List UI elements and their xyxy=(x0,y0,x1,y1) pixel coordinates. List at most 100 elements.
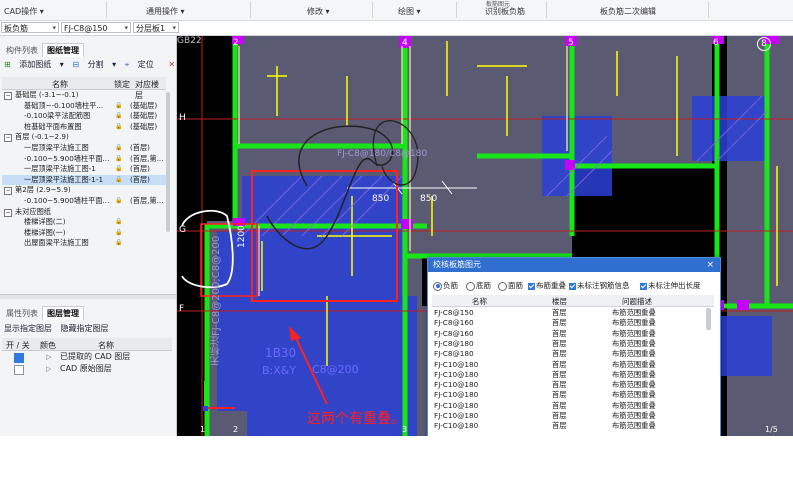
col-name: 名称 xyxy=(52,80,68,89)
lock-icon[interactable]: 🔒 xyxy=(115,122,122,133)
lock-icon[interactable]: 🔒 xyxy=(115,164,122,175)
ribbon-general-ops[interactable]: 通用操作 ▾ xyxy=(146,6,185,17)
tree-scrollbar[interactable] xyxy=(166,92,170,232)
tab-component-list[interactable]: 构件列表 xyxy=(2,44,42,57)
lock-icon[interactable]: 🔒 xyxy=(115,175,122,186)
drawing-name: 一层顶梁平法施工图-1 xyxy=(24,164,96,174)
table-row[interactable]: FJ-C10@180 首层 布筋范围重叠 xyxy=(432,360,714,370)
lock-icon[interactable]: 🔒 xyxy=(115,143,122,154)
table-row[interactable]: FJ-C8@160 首层 布筋范围重叠 xyxy=(432,318,714,328)
hide-layer-button[interactable]: 隐藏指定图层 xyxy=(61,324,109,333)
axis-label-left: H xyxy=(179,113,186,123)
tree-row[interactable]: -0.100~5.900墙柱平面... 🔒 (首层,第... xyxy=(2,154,166,165)
dialog-scrollbar[interactable] xyxy=(706,308,711,330)
axis-label-top: 4 xyxy=(402,38,408,48)
table-row[interactable]: FJ-C10@180 首层 布筋范围重叠 xyxy=(432,411,714,421)
layer-toggle-checkbox[interactable] xyxy=(14,365,24,375)
table-row[interactable]: FJ-C10@180 首层 布筋范围重叠 xyxy=(432,421,714,431)
drawing-name: 楼梯详图(一) xyxy=(24,227,66,237)
panel-splitter[interactable] xyxy=(0,294,176,299)
dialog-titlebar[interactable]: 校核板筋图元 × xyxy=(428,258,720,272)
tree-row[interactable]: 楼梯详图(二) 🔒 xyxy=(2,217,166,228)
lock-icon[interactable]: 🔒 xyxy=(115,101,122,112)
checkbox-checked-icon xyxy=(640,282,647,290)
axis-label-bottom: 3 xyxy=(402,425,408,434)
table-row[interactable]: FJ-C8@160 首层 布筋范围重叠 xyxy=(432,329,714,339)
tree-row[interactable]: 出屋面梁平法施工图 🔒 xyxy=(2,238,166,249)
lock-icon[interactable]: 🔒 xyxy=(115,228,122,239)
checkbox-overlap[interactable]: 布筋重叠 xyxy=(528,280,566,291)
drawing-name: -0.100梁平法配筋图 xyxy=(24,111,91,121)
layer-select[interactable]: 分层板1 ▾ xyxy=(133,22,179,33)
layer-row[interactable]: ▷ 已提取的 CAD 图层 xyxy=(2,351,172,363)
add-drawing-button[interactable]: ⊞ 添加图纸 ▾ xyxy=(4,60,64,69)
cell-issue: 布筋范围重叠 xyxy=(612,421,656,431)
tree-row[interactable]: 基础顶~-0.100墙柱平... 🔒 (基础层) xyxy=(2,101,166,112)
table-row[interactable]: FJ-C10@180 首层 布筋范围重叠 xyxy=(432,370,714,380)
tree-group[interactable]: − 首层 (-0.1~2.9) xyxy=(2,132,166,143)
dimension-label: 850 xyxy=(372,194,390,204)
lock-icon[interactable]: 🔒 xyxy=(115,111,122,122)
table-row[interactable]: FJ-C8@150 首层 布筋范围重叠 xyxy=(432,308,714,318)
close-icon[interactable]: × xyxy=(706,258,714,272)
layer-toggle-checkbox[interactable] xyxy=(14,353,24,363)
tree-row[interactable]: 楼梯详图(一) 🔒 xyxy=(2,228,166,239)
dimension-label: 1200 xyxy=(237,225,247,248)
lock-icon[interactable]: 🔒 xyxy=(115,196,122,207)
lock-icon[interactable]: 🔒 xyxy=(115,238,122,249)
tab-drawing-management[interactable]: 图纸管理 xyxy=(42,43,84,57)
axis-label-top: 2 xyxy=(233,38,239,48)
table-row[interactable]: FJ-C10@180 首层 布筋范围重叠 xyxy=(432,401,714,411)
element-name-select[interactable]: FJ-C8@150 ▾ xyxy=(61,22,131,33)
radio-bottom-rebar[interactable]: 底筋 xyxy=(466,280,491,291)
ribbon-draw[interactable]: 绘图 ▾ xyxy=(398,6,421,17)
col-lock: 锁定 xyxy=(114,80,130,89)
ribbon-modify[interactable]: 修改 ▾ xyxy=(307,6,330,17)
radio-dot-icon xyxy=(466,281,475,291)
slab-label: C8@200 xyxy=(312,363,359,376)
axis-label-bottom: 1 xyxy=(200,425,206,434)
radio-negative-rebar[interactable]: 负筋 xyxy=(433,280,458,291)
tree-row[interactable]: -0.100梁平法配筋图 🔒 (基础层) xyxy=(2,111,166,122)
table-row[interactable]: FJ-C8@180 首层 布筋范围重叠 xyxy=(432,349,714,359)
layer-row[interactable]: ▷ CAD 原始图层 xyxy=(2,363,172,375)
tree-row[interactable]: 一层顶梁平法施工图 🔒 (首层) xyxy=(2,143,166,154)
col-onoff: 开 / 关 xyxy=(6,341,30,350)
tree-row[interactable]: 一层顶梁平法施工图-1 🔒 (首层) xyxy=(2,164,166,175)
split-button[interactable]: ⊟ 分割 ▾ xyxy=(72,60,116,69)
tree-row[interactable]: -0.100~5.900墙柱平面... 🔒 (首层,第... xyxy=(2,196,166,207)
tree-row[interactable]: 桩基础平面布置图 🔒 (基础层) xyxy=(2,122,166,133)
ribbon-identify-slab-rebar[interactable]: 识别板负筋 xyxy=(485,6,525,17)
table-row[interactable]: FJ-C8@180 首层 布筋范围重叠 xyxy=(432,339,714,349)
tab-property-list[interactable]: 属性列表 xyxy=(2,307,42,320)
tab-layer-management[interactable]: 图层管理 xyxy=(42,306,84,320)
cell-floor: 首层 xyxy=(552,380,567,390)
radio-top-rebar[interactable]: 面筋 xyxy=(498,280,523,291)
element-type-select[interactable]: 板负筋 ▾ xyxy=(1,22,59,33)
cell-name: FJ-C10@180 xyxy=(434,411,479,420)
table-row[interactable]: FJ-C10@180 首层 布筋范围重叠 xyxy=(432,390,714,400)
lock-icon[interactable]: 🔒 xyxy=(115,154,122,165)
tree-group[interactable]: − 基础层 (-3.1~-0.1) xyxy=(2,90,166,101)
ribbon-slab-rebar-edit[interactable]: 板负筋二次编辑 xyxy=(600,6,656,17)
table-row[interactable]: FJ-C10@180 首层 布筋范围重叠 xyxy=(432,380,714,390)
collapse-icon[interactable]: − xyxy=(4,92,12,100)
left-panel: 构件列表图纸管理 ⊞ 添加图纸 ▾ ⊟ 分割 ▾ ⌖ 定位 ✕ 删除 名称 锁定… xyxy=(0,36,200,436)
show-layer-button[interactable]: 显示指定图层 xyxy=(4,324,52,333)
collapse-icon[interactable]: − xyxy=(4,187,12,196)
cell-floor: 首层 xyxy=(552,369,567,379)
rebar-zone xyxy=(712,316,772,376)
ribbon-cad-ops[interactable]: CAD操作 ▾ xyxy=(4,6,44,17)
checkbox-no-extension[interactable]: 未标注伸出长度 xyxy=(640,280,701,291)
lock-icon[interactable]: 🔒 xyxy=(115,217,122,228)
collapse-icon[interactable]: − xyxy=(4,208,12,217)
tree-group-label: 基础层 (-3.1~-0.1) xyxy=(15,90,79,99)
checkbox-no-rebar-info[interactable]: 未标注钢筋信息 xyxy=(569,280,630,291)
tree-row[interactable]: 一层顶梁平法施工图-1-1 🔒 (首层) xyxy=(2,174,166,186)
col-name: 名称 xyxy=(472,297,487,306)
tree-group[interactable]: − 未对应图纸 xyxy=(2,207,166,218)
locate-button[interactable]: ⌖ 定位 xyxy=(125,60,160,69)
collapse-icon[interactable]: − xyxy=(4,134,12,143)
tree-group[interactable]: − 第2层 (2.9~5.9) xyxy=(2,185,166,196)
cell-name: FJ-C10@180 xyxy=(434,400,479,410)
